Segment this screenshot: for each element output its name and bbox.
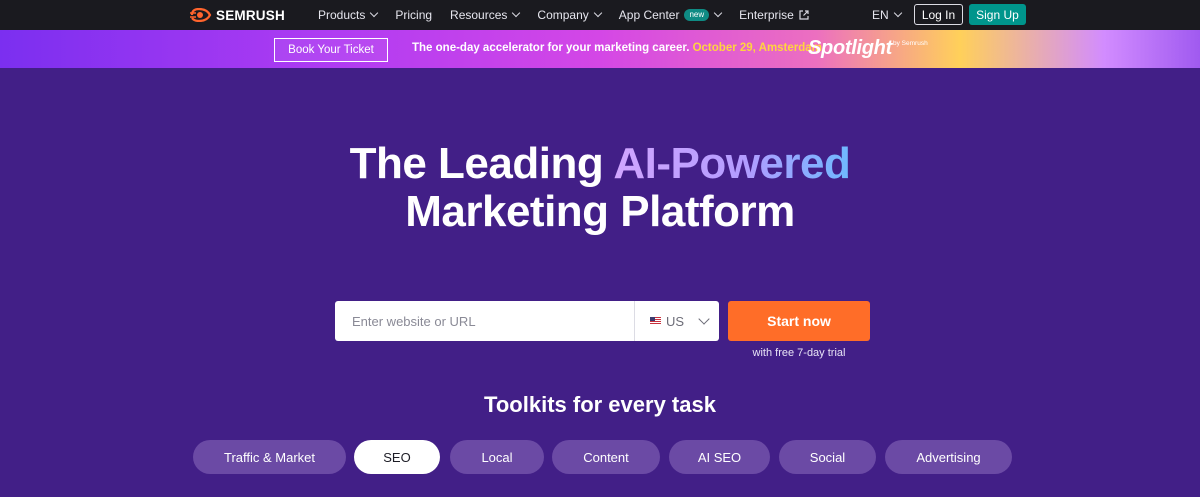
login-button[interactable]: Log In bbox=[914, 4, 963, 25]
hero-title-line2: Marketing Platform bbox=[405, 187, 795, 236]
trial-note: with free 7-day trial bbox=[752, 347, 846, 359]
promo-date: October 29, Amsterdam bbox=[692, 42, 822, 54]
hero-title-part1: The Leading bbox=[349, 139, 614, 188]
website-url-input[interactable] bbox=[335, 301, 634, 341]
menu-company-label: Company bbox=[537, 8, 589, 22]
chevron-down-icon bbox=[370, 8, 379, 18]
country-selector[interactable]: US bbox=[634, 301, 719, 341]
language-label: EN bbox=[872, 8, 889, 22]
tab-seo[interactable]: SEO bbox=[354, 440, 440, 474]
tab-traffic-market[interactable]: Traffic & Market bbox=[193, 440, 346, 474]
main-menu: Products Pricing Resources Company App C… bbox=[318, 0, 827, 30]
menu-company[interactable]: Company bbox=[537, 8, 603, 22]
tab-ai-seo[interactable]: AI SEO bbox=[669, 440, 770, 474]
chevron-down-icon bbox=[593, 8, 603, 18]
menu-app-center[interactable]: App Center new bbox=[618, 8, 723, 22]
semrush-logo[interactable]: SEMRUSH bbox=[190, 6, 285, 24]
domain-search-form: US bbox=[335, 301, 719, 341]
tab-content[interactable]: Content bbox=[552, 440, 660, 474]
menu-enterprise[interactable]: Enterprise bbox=[739, 8, 809, 22]
spotlight-by-label: by Semrush bbox=[893, 40, 928, 47]
tab-local[interactable]: Local bbox=[450, 440, 544, 474]
chevron-down-icon bbox=[512, 8, 521, 18]
menu-pricing-label: Pricing bbox=[395, 8, 433, 22]
country-label: US bbox=[666, 313, 685, 329]
signup-button[interactable]: Sign Up bbox=[969, 4, 1026, 25]
chevron-down-icon bbox=[713, 8, 723, 18]
external-link-icon bbox=[799, 10, 809, 20]
menu-resources-label: Resources bbox=[450, 8, 508, 22]
hero-title: The Leading AI-Powered Marketing Platfor… bbox=[0, 140, 1200, 236]
menu-products[interactable]: Products bbox=[318, 8, 379, 22]
chevron-down-icon bbox=[893, 8, 902, 18]
toolkits-title: Toolkits for every task bbox=[484, 392, 716, 417]
menu-products-label: Products bbox=[318, 8, 366, 22]
start-now-button[interactable]: Start now bbox=[728, 301, 870, 341]
new-badge: new bbox=[684, 9, 710, 21]
top-nav: SEMRUSH Products Pricing Resources Compa… bbox=[0, 0, 1200, 30]
promo-description: The one-day accelerator for your marketi… bbox=[412, 42, 690, 54]
logo-text: SEMRUSH bbox=[216, 7, 285, 23]
language-selector[interactable]: EN bbox=[872, 0, 902, 30]
hero-title-highlight: AI-Powered bbox=[613, 139, 851, 188]
menu-enterprise-label: Enterprise bbox=[739, 8, 794, 22]
tab-advertising[interactable]: Advertising bbox=[885, 440, 1012, 474]
spotlight-logo[interactable]: Spotlight bbox=[808, 37, 892, 60]
semrush-logo-icon bbox=[190, 8, 212, 22]
promo-banner: Book Your Ticket The one-day accelerator… bbox=[0, 30, 1200, 68]
promo-text: The one-day accelerator for your marketi… bbox=[412, 42, 822, 54]
chevron-down-icon bbox=[698, 312, 710, 325]
menu-pricing[interactable]: Pricing bbox=[395, 8, 432, 22]
us-flag-icon bbox=[650, 317, 661, 325]
menu-resources[interactable]: Resources bbox=[450, 8, 521, 22]
tab-social[interactable]: Social bbox=[779, 440, 876, 474]
menu-app-center-label: App Center bbox=[618, 8, 680, 22]
book-ticket-button[interactable]: Book Your Ticket bbox=[274, 38, 388, 62]
